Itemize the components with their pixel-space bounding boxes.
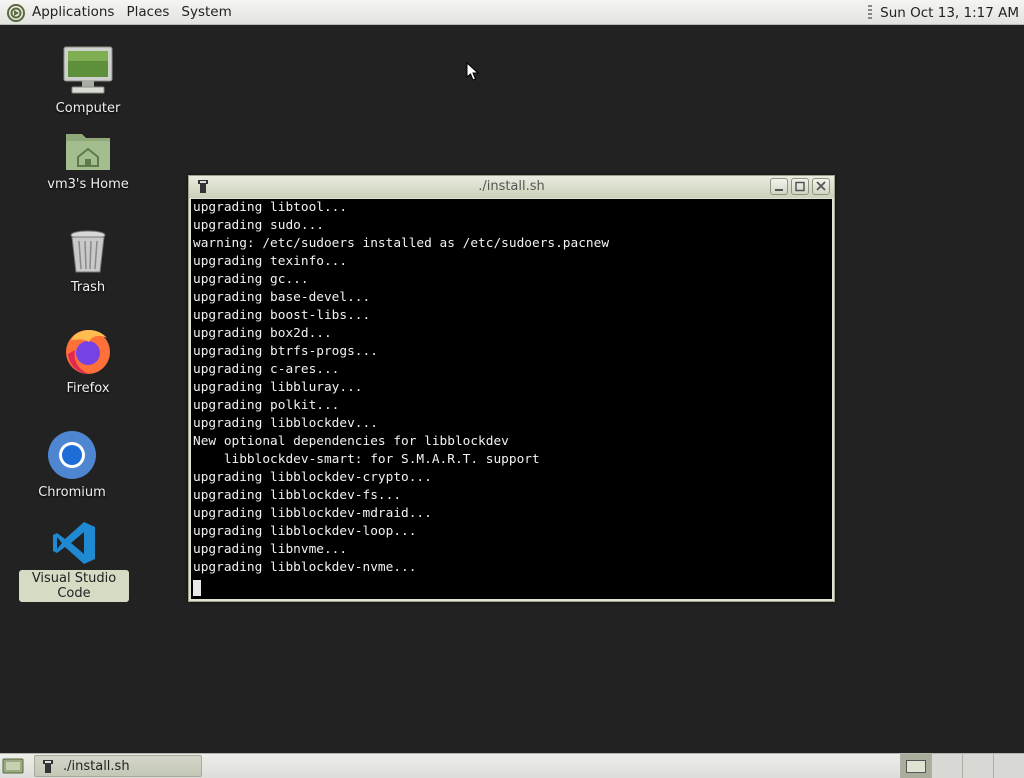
terminal-line: upgrading texinfo... — [193, 254, 348, 269]
terminal-line: upgrading libblockdev-crypto... — [193, 470, 432, 485]
maximize-button[interactable] — [791, 178, 809, 195]
terminal-line: upgrading polkit... — [193, 398, 340, 413]
taskbar-button-label: ./install.sh — [63, 758, 130, 774]
terminal-output[interactable]: upgrading libtool... upgrading sudo... war… — [191, 199, 832, 599]
terminal-line: upgrading c-ares... — [193, 362, 340, 377]
desktop-icon-firefox[interactable]: Firefox — [33, 326, 143, 397]
terminal-line: upgrading libblockdev-fs... — [193, 488, 402, 503]
terminal-line: upgrading libblockdev-mdraid... — [193, 506, 432, 521]
computer-icon — [63, 46, 113, 94]
desktop-icon-label: Visual Studio Code — [19, 570, 129, 602]
workspace-switcher — [900, 754, 1024, 778]
terminal-line: upgrading base-devel... — [193, 290, 371, 305]
desktop-icon-label: vm3's Home — [47, 177, 129, 192]
terminal-line: upgrading sudo... — [193, 218, 324, 233]
terminal-line: upgrading libtool... — [193, 200, 348, 215]
trash-icon — [70, 230, 106, 273]
clock[interactable]: Sun Oct 13, 1:17 AM — [880, 5, 1019, 21]
terminal-line: upgrading libblockdev... — [193, 416, 378, 431]
close-icon — [816, 181, 826, 191]
terminal-line: libblockdev-smart: for S.M.A.R.T. suppor… — [193, 452, 540, 467]
desktop-icon-label: Trash — [70, 280, 106, 295]
firefox-icon — [66, 329, 110, 374]
menu-system[interactable]: System — [181, 0, 231, 25]
terminal-line: upgrading boost-libs... — [193, 308, 371, 323]
minimize-icon — [775, 189, 783, 191]
window-titlebar[interactable]: ./install.sh — [189, 176, 834, 198]
workspace-2[interactable] — [931, 754, 962, 778]
terminal-line: New optional dependencies for libblockde… — [193, 434, 509, 449]
terminal-line: upgrading btrfs-progs... — [193, 344, 378, 359]
bottom-panel: ./install.sh — [0, 753, 1024, 778]
maximize-icon — [795, 181, 805, 192]
terminal-line: upgrading gc... — [193, 272, 309, 287]
chromium-icon — [48, 431, 96, 479]
show-desktop-icon[interactable] — [2, 757, 24, 775]
distro-logo-icon[interactable] — [6, 3, 26, 23]
desktop-icon-trash[interactable]: Trash — [33, 229, 143, 296]
workspace-4[interactable] — [993, 754, 1024, 778]
taskbar-button-install[interactable]: ./install.sh — [34, 755, 202, 777]
vscode-icon — [53, 522, 95, 564]
workspace-3[interactable] — [962, 754, 993, 778]
desktop-icon-home[interactable]: vm3's Home — [33, 128, 143, 193]
menu-bar: Applications Places System — [6, 0, 244, 25]
terminal-line: warning: /etc/sudoers installed as /etc/… — [193, 236, 610, 251]
terminal-line: upgrading libnvme... — [193, 542, 348, 557]
window-controls — [770, 178, 830, 195]
menu-places[interactable]: Places — [126, 0, 169, 25]
terminal-line: upgrading libblockdev-nvme... — [193, 560, 417, 575]
terminal-app-icon — [43, 759, 53, 773]
desktop-icon-vscode[interactable]: Visual Studio Code — [19, 520, 129, 602]
minimize-button[interactable] — [770, 178, 788, 195]
desktop-icon-chromium[interactable]: Chromium — [17, 430, 127, 501]
workspace-1[interactable] — [900, 754, 931, 778]
desktop-icon-label: Firefox — [66, 381, 110, 396]
mouse-cursor-icon — [466, 62, 480, 81]
terminal-line: upgrading libbluray... — [193, 380, 363, 395]
home-folder-icon — [66, 134, 110, 170]
menu-applications[interactable]: Applications — [32, 0, 114, 25]
terminal-cursor — [193, 580, 201, 596]
close-button[interactable] — [812, 178, 830, 195]
terminal-line: upgrading box2d... — [193, 326, 332, 341]
desktop-icon-label: Computer — [55, 101, 121, 116]
panel-handle[interactable] — [868, 4, 873, 21]
terminal-window[interactable]: ./install.sh upgrading libtool... upgradi… — [188, 175, 835, 602]
clock-area: Sun Oct 13, 1:17 AM — [868, 0, 1019, 25]
window-title: ./install.sh — [478, 179, 545, 194]
desktop-icon-label: Chromium — [38, 485, 106, 500]
desktop-icon-computer[interactable]: Computer — [33, 46, 143, 117]
top-panel: Applications Places System Sun Oct 13, 1… — [0, 0, 1024, 25]
terminal-line: upgrading libblockdev-loop... — [193, 524, 417, 539]
